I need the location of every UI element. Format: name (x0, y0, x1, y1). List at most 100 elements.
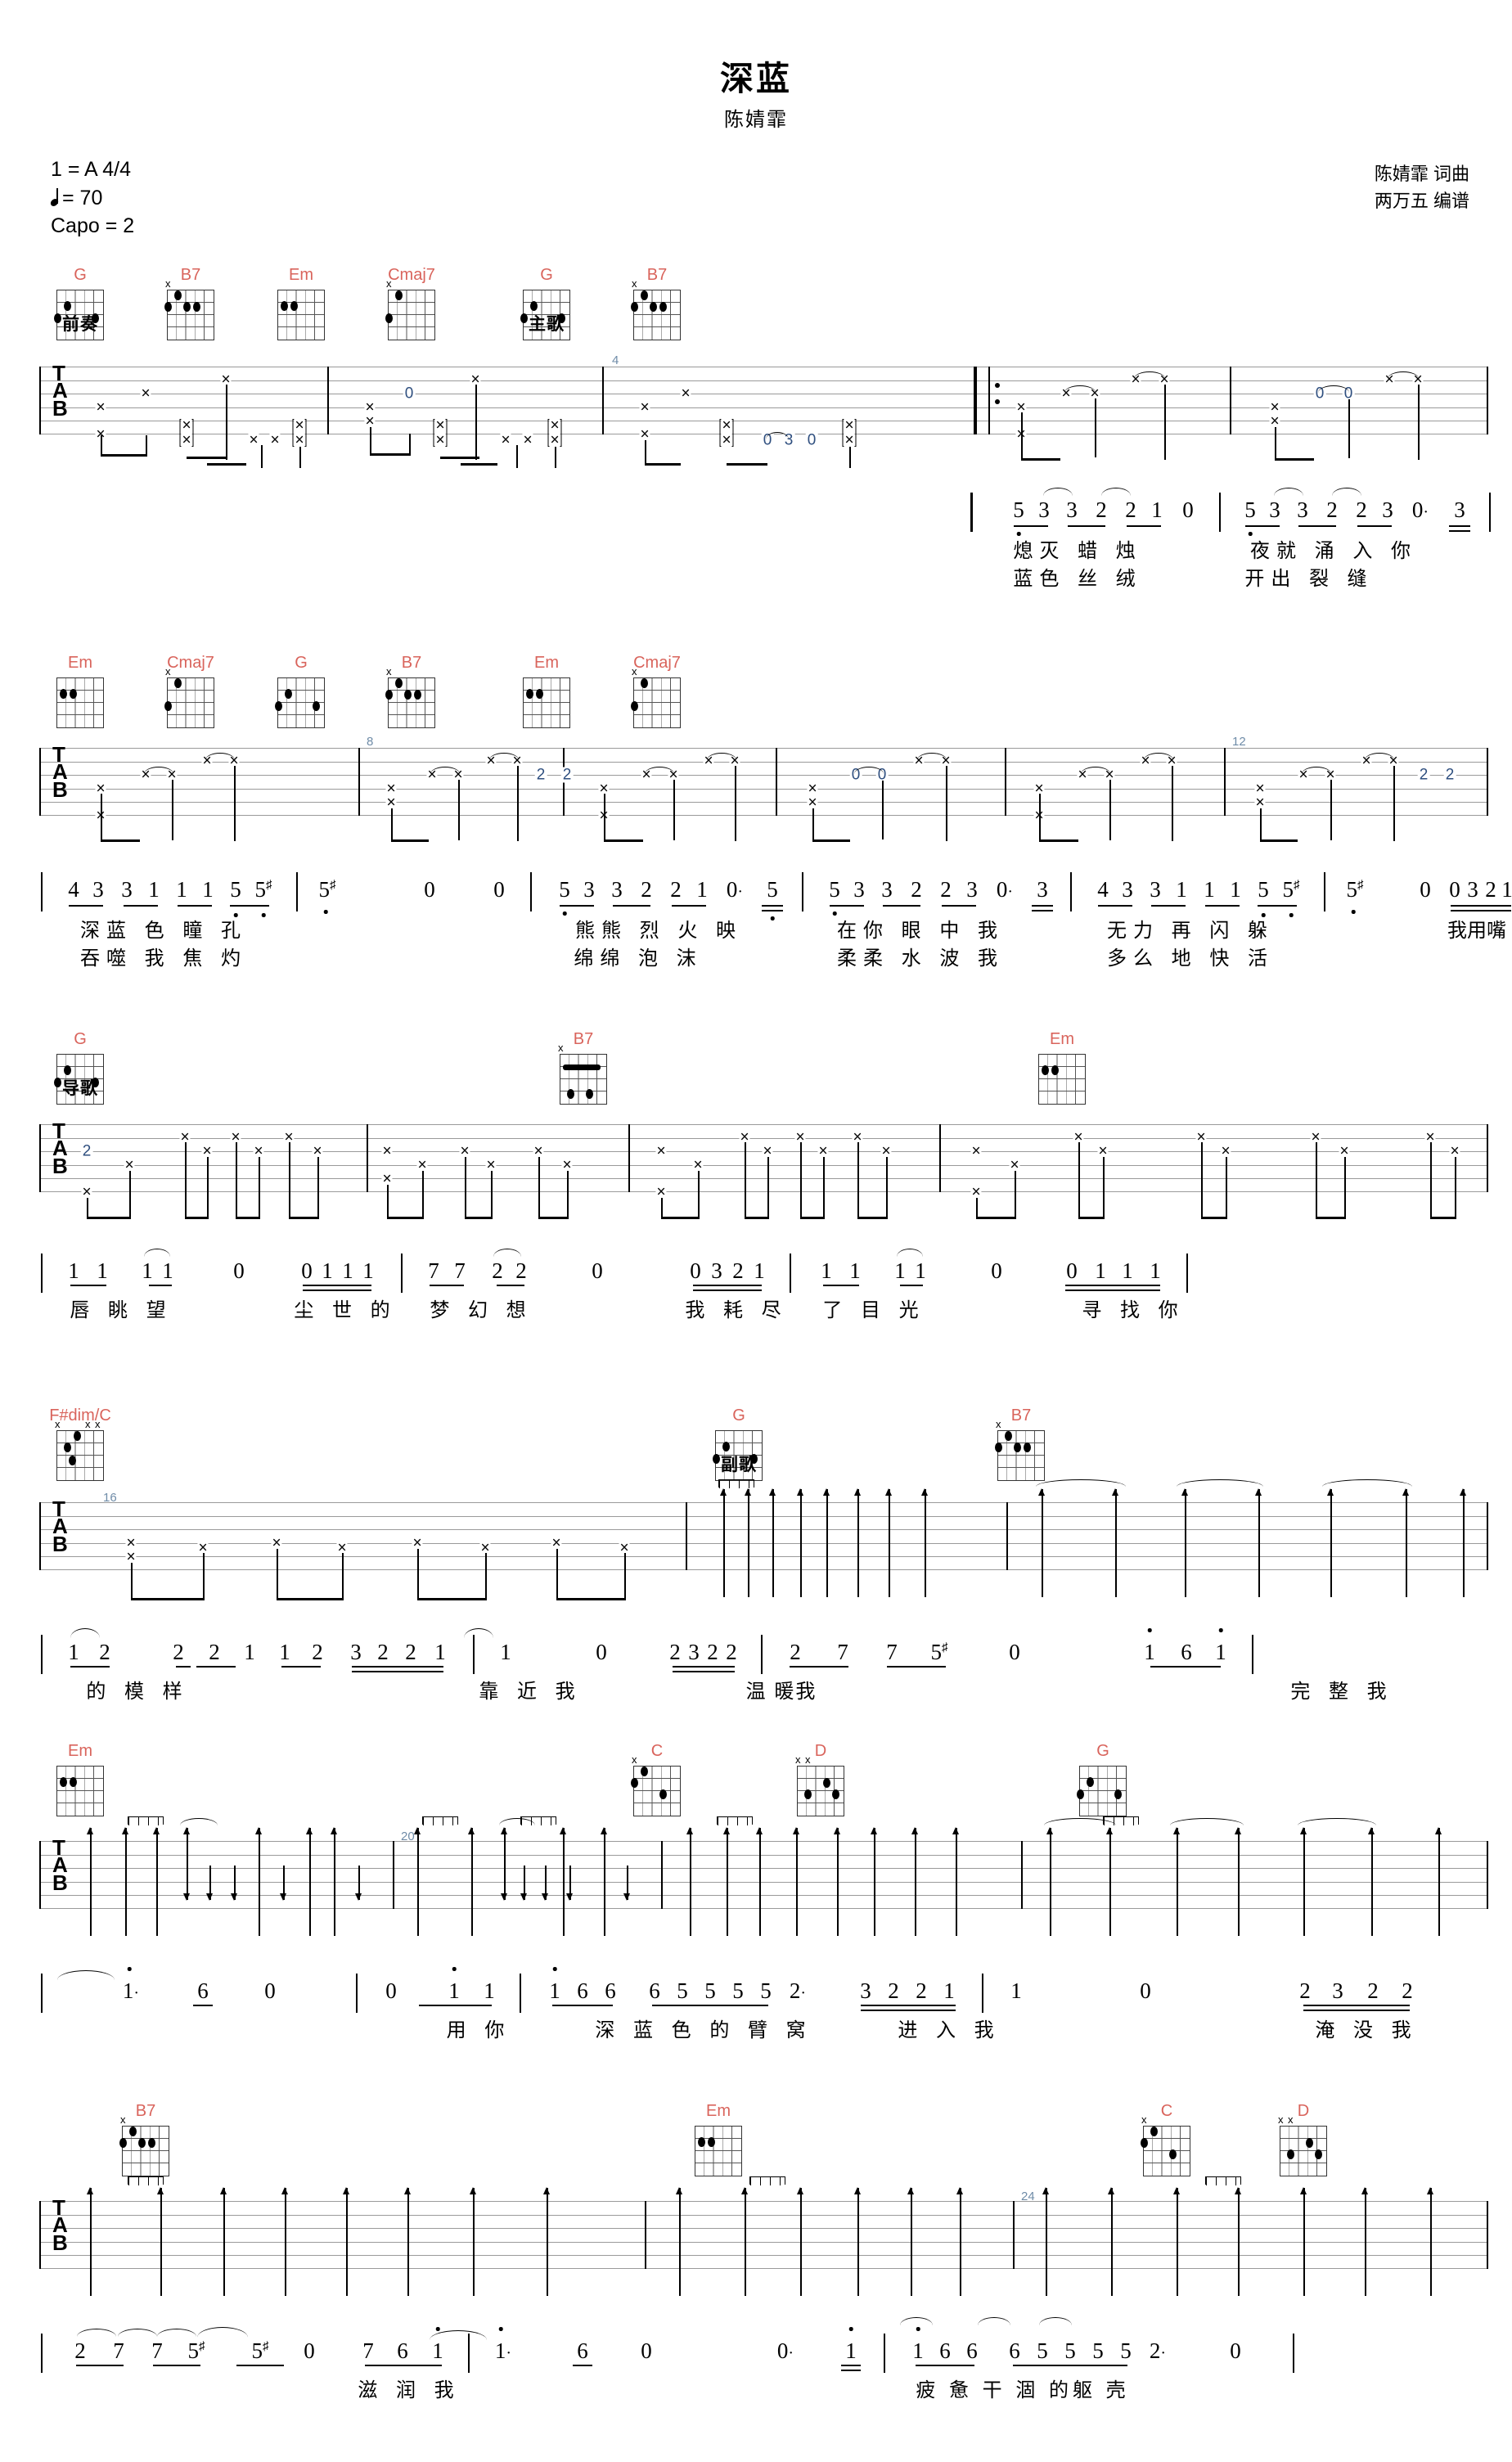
capo-marking: Capo = 2 (51, 214, 135, 237)
chord-diagram-c: C x (1127, 2103, 1206, 2176)
numbers-row-2: 43 31 11 5 5♯ 5♯ 0 0 53 32 21 0· 5 53 32 … (0, 872, 1512, 920)
section-label-prechorus: 导歌 (62, 1079, 98, 1098)
note-number: 3 (1038, 497, 1050, 522)
lyrics-row-6: 滋 润 我 疲 惫 干 涸 的躯 壳 (0, 2381, 1512, 2414)
chord-grid (56, 677, 104, 728)
measure-number: 4 (612, 353, 619, 367)
chord-label: B7 (401, 654, 422, 672)
chord-label: G (1096, 1742, 1109, 1760)
chord-label: D (814, 1742, 827, 1760)
lyric: 绵绵 泡 沫 (574, 947, 703, 970)
note-number: 0· (1411, 497, 1429, 522)
chord-label: B7 (646, 266, 668, 284)
lyric: 熄灭 蜡 烛 (1013, 540, 1142, 562)
chord-diagram-em: Em (679, 2103, 758, 2176)
system-5: Em C x D xx G TAB 20 1· 6 0 0 1 1 1 6 6 … (0, 1735, 1512, 2078)
chord-grid (523, 677, 570, 728)
system-4: F#dim/C xxx G 副歌 B7 x TAB 16 × × × × × ×… (0, 1399, 1512, 1735)
chord-diagram-g2: G 主歌 (507, 267, 586, 340)
note-number: 3 (1454, 497, 1465, 522)
chord-diagram-cmaj7: Cmaj7 x (151, 655, 230, 728)
chord-label: C (650, 1742, 664, 1760)
chord-label: C (1160, 2102, 1173, 2120)
lyric: 柔柔 水 波 我 (836, 947, 1005, 970)
page-title: 深蓝 (720, 60, 792, 97)
chord-grid: x (631, 278, 681, 340)
lyrics-row-1b: 蓝色 丝 绒 开出 裂 缝 (0, 569, 1512, 602)
note-number: 3 (1269, 497, 1280, 522)
tab-clef: TAB (52, 361, 68, 421)
chord-grid: x (385, 666, 435, 728)
lyric: 寻 找 你 (1082, 1299, 1185, 1321)
section-label-chorus: 副歌 (721, 1456, 757, 1474)
lyric: 用 你 (446, 2019, 511, 2041)
numbers-row-1: 5 3 3 2 2 1 0 5 3 3 2 2 3 0· 3 (0, 488, 1512, 536)
chord-diagram-b7: B7 x (151, 267, 230, 340)
note-number: 3 (1382, 497, 1393, 522)
chord-grid (56, 1766, 104, 1816)
chord-label: Cmaj7 (633, 654, 681, 672)
artist-name: 陈婧霏 (724, 109, 788, 131)
chord-diagram-g: G (1064, 1743, 1142, 1816)
chord-diagram-b7: B7 x (982, 1407, 1060, 1481)
chord-grid: x (385, 278, 435, 340)
system-2: Em Cmaj7 x G B7 x Em Cmaj7 x T A B 8 12 … (0, 646, 1512, 998)
note-number: 3 (1297, 497, 1308, 522)
credit-arranger: 两万五 编谱 (1374, 191, 1469, 211)
chord-label: Em (289, 266, 313, 284)
lyric: 的 模 样 (86, 1681, 189, 1703)
chord-label: Em (534, 654, 559, 672)
chord-diagram-em: Em (1023, 1031, 1101, 1105)
lyric: 我 耗 尽 (685, 1299, 788, 1321)
chord-grid: x (164, 278, 214, 340)
chord-grid (277, 290, 325, 340)
chord-grid: xxx (55, 1419, 104, 1481)
chord-diagram-em: Em (262, 267, 340, 340)
measure-number: 24 (1021, 2190, 1035, 2203)
chord-diagram-b7: B7 x (372, 655, 451, 728)
chord-diagram-g: G (262, 655, 340, 728)
chord-grid (275, 677, 325, 728)
chord-diagram-c: C x (618, 1743, 696, 1816)
chord-grid: x (119, 2114, 169, 2176)
numbers-row-3: 11 11 0 01 11 77 22 0 03 21 11 11 0 01 1… (0, 1249, 1512, 1293)
lyric: 靠 近 我 (479, 1681, 582, 1703)
lyric: 疲 惫 干 涸 的躯 壳 (916, 2379, 1130, 2401)
chord-diagram-b7-barre: B7 x (544, 1031, 623, 1105)
tab-clef: TAB (52, 1497, 68, 1556)
lyric: 夜就 涌 入 你 (1249, 540, 1418, 562)
chord-label: G (732, 1407, 745, 1425)
chord-grid: x (631, 666, 681, 728)
system-6: B7 x Em C x D xx TAB 24 2 7 7 5♯ 5♯ 0 7 … (0, 2095, 1512, 2455)
note-number: 0 (1182, 497, 1194, 522)
sheet-header: 深蓝 陈婧霏 1 = A 4/4 = 70 Capo = 2 陈婧霏 词曲 两万… (0, 0, 1512, 245)
chord-label: Em (68, 1742, 92, 1760)
chord-diagram-fsharpdim-c: F#dim/C xxx (41, 1407, 119, 1481)
numbers-row-4: 12 22 1 12 32 21 1 0 23 22 27 7 5♯ 0 1 6 … (0, 1628, 1512, 1674)
chord-grid (1077, 1766, 1127, 1816)
lyric: 在你 眼 中 我 (836, 920, 1005, 942)
lyric: 我用嘴 (1447, 920, 1506, 942)
chord-label: G (295, 654, 308, 672)
note-number: 3 (1066, 497, 1078, 522)
lyric: 吞噬 我 焦 灼 (79, 947, 248, 970)
chord-diagram-b7-2: B7 x (618, 267, 696, 340)
chord-diagram-em: Em (41, 1743, 119, 1816)
chord-grid: xx (1278, 2114, 1327, 2176)
chord-grid (1038, 1054, 1086, 1105)
tab-staff-2: TAB 8 12 × × × × × × × × × × × × 2 2 (39, 735, 1488, 843)
chord-label: Em (68, 654, 92, 672)
section-label-intro: 前奏 (62, 315, 98, 334)
lyric: 无力 再 闪 躲 (1106, 920, 1275, 942)
note-number: 2 (1326, 497, 1338, 522)
measure-number: 8 (367, 735, 374, 749)
note-number: 2 (1356, 497, 1367, 522)
lyrics-row-3: 唇 眺 望 尘 世 的 梦 幻 想 我 耗 尽 了 目 光 寻 找 你 (0, 1301, 1512, 1334)
note-number: 2 (1096, 497, 1107, 522)
credit-words-music: 陈婧霏 词曲 (1374, 164, 1469, 184)
chord-label: D (1297, 2102, 1310, 2120)
chord-label: B7 (573, 1030, 594, 1048)
chord-grid: x (558, 1042, 607, 1105)
chord-diagram-cmaj7-2: Cmaj7 x (618, 655, 696, 728)
note-number: 5 (1013, 497, 1024, 522)
